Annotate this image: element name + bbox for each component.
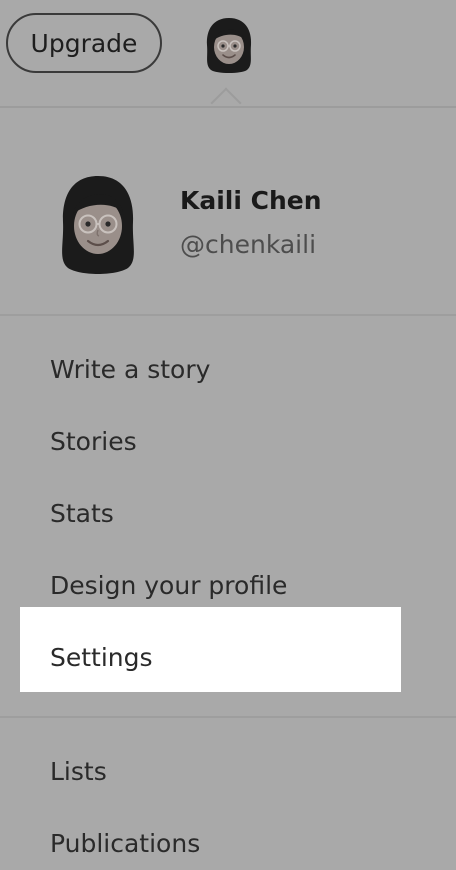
- profile-handle: @chenkaili: [180, 230, 317, 259]
- menu-item-publications[interactable]: Publications: [50, 829, 200, 858]
- profile-name: Kaili Chen: [180, 186, 322, 215]
- menu-item-stats[interactable]: Stats: [50, 499, 114, 528]
- profile-header[interactable]: Kaili Chen @chenkaili: [0, 108, 456, 314]
- menu-divider: [0, 314, 456, 316]
- account-menu: Kaili Chen @chenkaili Write a story Stor…: [0, 106, 456, 870]
- menu-item-settings-label: Settings: [50, 643, 153, 672]
- upgrade-button[interactable]: Upgrade: [6, 13, 162, 73]
- menu-item-write-a-story[interactable]: Write a story: [50, 355, 210, 384]
- menu-item-settings[interactable]: Settings: [20, 607, 401, 692]
- menu-item-lists[interactable]: Lists: [50, 757, 107, 786]
- menu-divider: [0, 716, 456, 718]
- avatar-button[interactable]: [201, 15, 257, 75]
- menu-item-design-your-profile[interactable]: Design your profile: [50, 571, 287, 600]
- avatar-icon: [62, 176, 134, 274]
- avatar-icon: [206, 18, 252, 73]
- profile-avatar: [54, 172, 142, 276]
- menu-item-stories[interactable]: Stories: [50, 427, 137, 456]
